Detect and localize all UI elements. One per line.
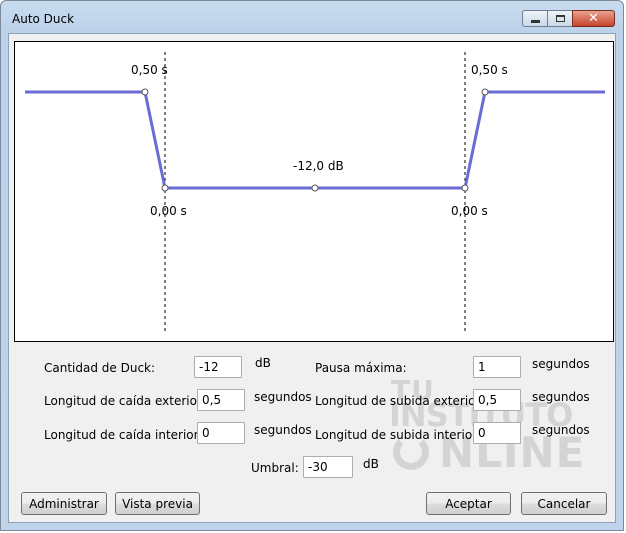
title-bar[interactable]: Auto Duck ✕ — [1, 1, 623, 33]
cancel-button[interactable]: Cancelar — [521, 492, 607, 515]
window-controls: ✕ — [522, 10, 615, 27]
outer-fade-down-label: 0,50 s — [131, 63, 168, 77]
outer-fade-down-unit: segundos — [254, 390, 312, 404]
minimize-button[interactable] — [522, 10, 548, 27]
threshold-label-text: Umbral: — [251, 461, 299, 475]
close-button[interactable]: ✕ — [572, 10, 615, 27]
outer-fade-down-input[interactable] — [197, 389, 245, 411]
outer-fade-up-input[interactable] — [473, 389, 521, 411]
threshold-input[interactable] — [303, 456, 353, 478]
duck-amount-label: -12,0 dB — [293, 159, 344, 173]
dialog-client-area: 0,50 s 0,00 s -12,0 dB 0,00 s 0,50 s Can… — [8, 33, 616, 523]
window-title: Auto Duck — [12, 12, 75, 26]
inner-fade-up-label: 0,00 s — [451, 204, 488, 218]
close-icon: ✕ — [588, 11, 599, 26]
envelope-line — [25, 90, 605, 190]
max-pause-input[interactable] — [473, 356, 521, 378]
outer-fade-down-label-text: Longitud de caída exterior: — [44, 394, 206, 408]
outer-fade-up-label-text: Longitud de subida exterior: — [315, 394, 485, 408]
auto-duck-window: Auto Duck ✕ 0,50 s 0,00 s -12,0 dB 0,00 … — [0, 0, 624, 531]
max-pause-unit: segundos — [532, 357, 590, 371]
minimize-icon — [530, 20, 540, 23]
inner-fade-down-label-text: Longitud de caída interior: — [44, 428, 203, 442]
manage-button[interactable]: Administrar — [21, 492, 107, 515]
duck-amount-handle[interactable] — [311, 184, 319, 192]
inner-fade-up-unit: segundos — [532, 423, 590, 437]
duck-amount-unit: dB — [255, 356, 271, 370]
inner-fade-down-handle[interactable] — [161, 184, 169, 192]
envelope-svg — [25, 52, 605, 332]
duck-amount-label-text: Cantidad de Duck: — [44, 361, 156, 375]
ok-button[interactable]: Aceptar — [426, 492, 511, 515]
outer-fade-up-label: 0,50 s — [471, 63, 508, 77]
preview-button[interactable]: Vista previa — [115, 492, 200, 515]
inner-fade-down-label: 0,00 s — [150, 204, 187, 218]
outer-fade-up-handle[interactable] — [481, 88, 489, 96]
inner-fade-up-handle[interactable] — [461, 184, 469, 192]
max-pause-label-text: Pausa máxima: — [315, 361, 407, 375]
inner-fade-down-unit: segundos — [254, 423, 312, 437]
outer-fade-down-handle[interactable] — [141, 88, 149, 96]
inner-fade-up-label-text: Longitud de subida interior: — [315, 428, 481, 442]
maximize-button[interactable] — [547, 10, 573, 27]
threshold-unit: dB — [363, 457, 379, 471]
maximize-icon — [555, 15, 565, 22]
outer-fade-up-unit: segundos — [532, 390, 590, 404]
inner-fade-down-input[interactable] — [197, 422, 245, 444]
duck-envelope-graph[interactable]: 0,50 s 0,00 s -12,0 dB 0,00 s 0,50 s — [14, 41, 614, 342]
duck-amount-input[interactable] — [194, 356, 242, 378]
inner-fade-up-input[interactable] — [473, 422, 521, 444]
